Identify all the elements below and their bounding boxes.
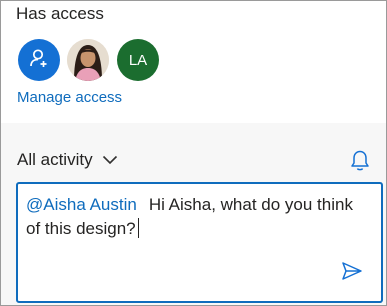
mention-tag[interactable]: @Aisha Austin: [26, 195, 137, 214]
notifications-bell-button[interactable]: [349, 148, 371, 177]
comment-box[interactable]: @Aisha Austin Hi Aisha, what do you think…: [16, 182, 383, 303]
text-cursor: [137, 218, 139, 238]
add-person-icon: [28, 47, 50, 74]
user-avatar-photo[interactable]: [67, 39, 109, 81]
avatar-initials: LA: [128, 51, 148, 69]
user-photo: [67, 39, 109, 81]
send-button[interactable]: [341, 261, 363, 286]
chevron-down-icon: [102, 155, 118, 165]
add-people-button[interactable]: [18, 39, 60, 81]
comment-input[interactable]: @Aisha Austin Hi Aisha, what do you think…: [26, 193, 356, 241]
user-avatar-initials[interactable]: LA: [117, 39, 159, 81]
has-access-title: Has access: [16, 4, 104, 23]
manage-access-link[interactable]: Manage access: [17, 89, 122, 106]
activity-filter-dropdown[interactable]: All activity: [17, 150, 118, 170]
activity-filter-label: All activity: [17, 150, 93, 169]
access-section: Has access LA Manage access: [1, 1, 386, 123]
share-panel: Has access LA Manage access All activity…: [0, 0, 387, 306]
send-icon: [341, 262, 363, 285]
bell-icon: [349, 150, 371, 176]
